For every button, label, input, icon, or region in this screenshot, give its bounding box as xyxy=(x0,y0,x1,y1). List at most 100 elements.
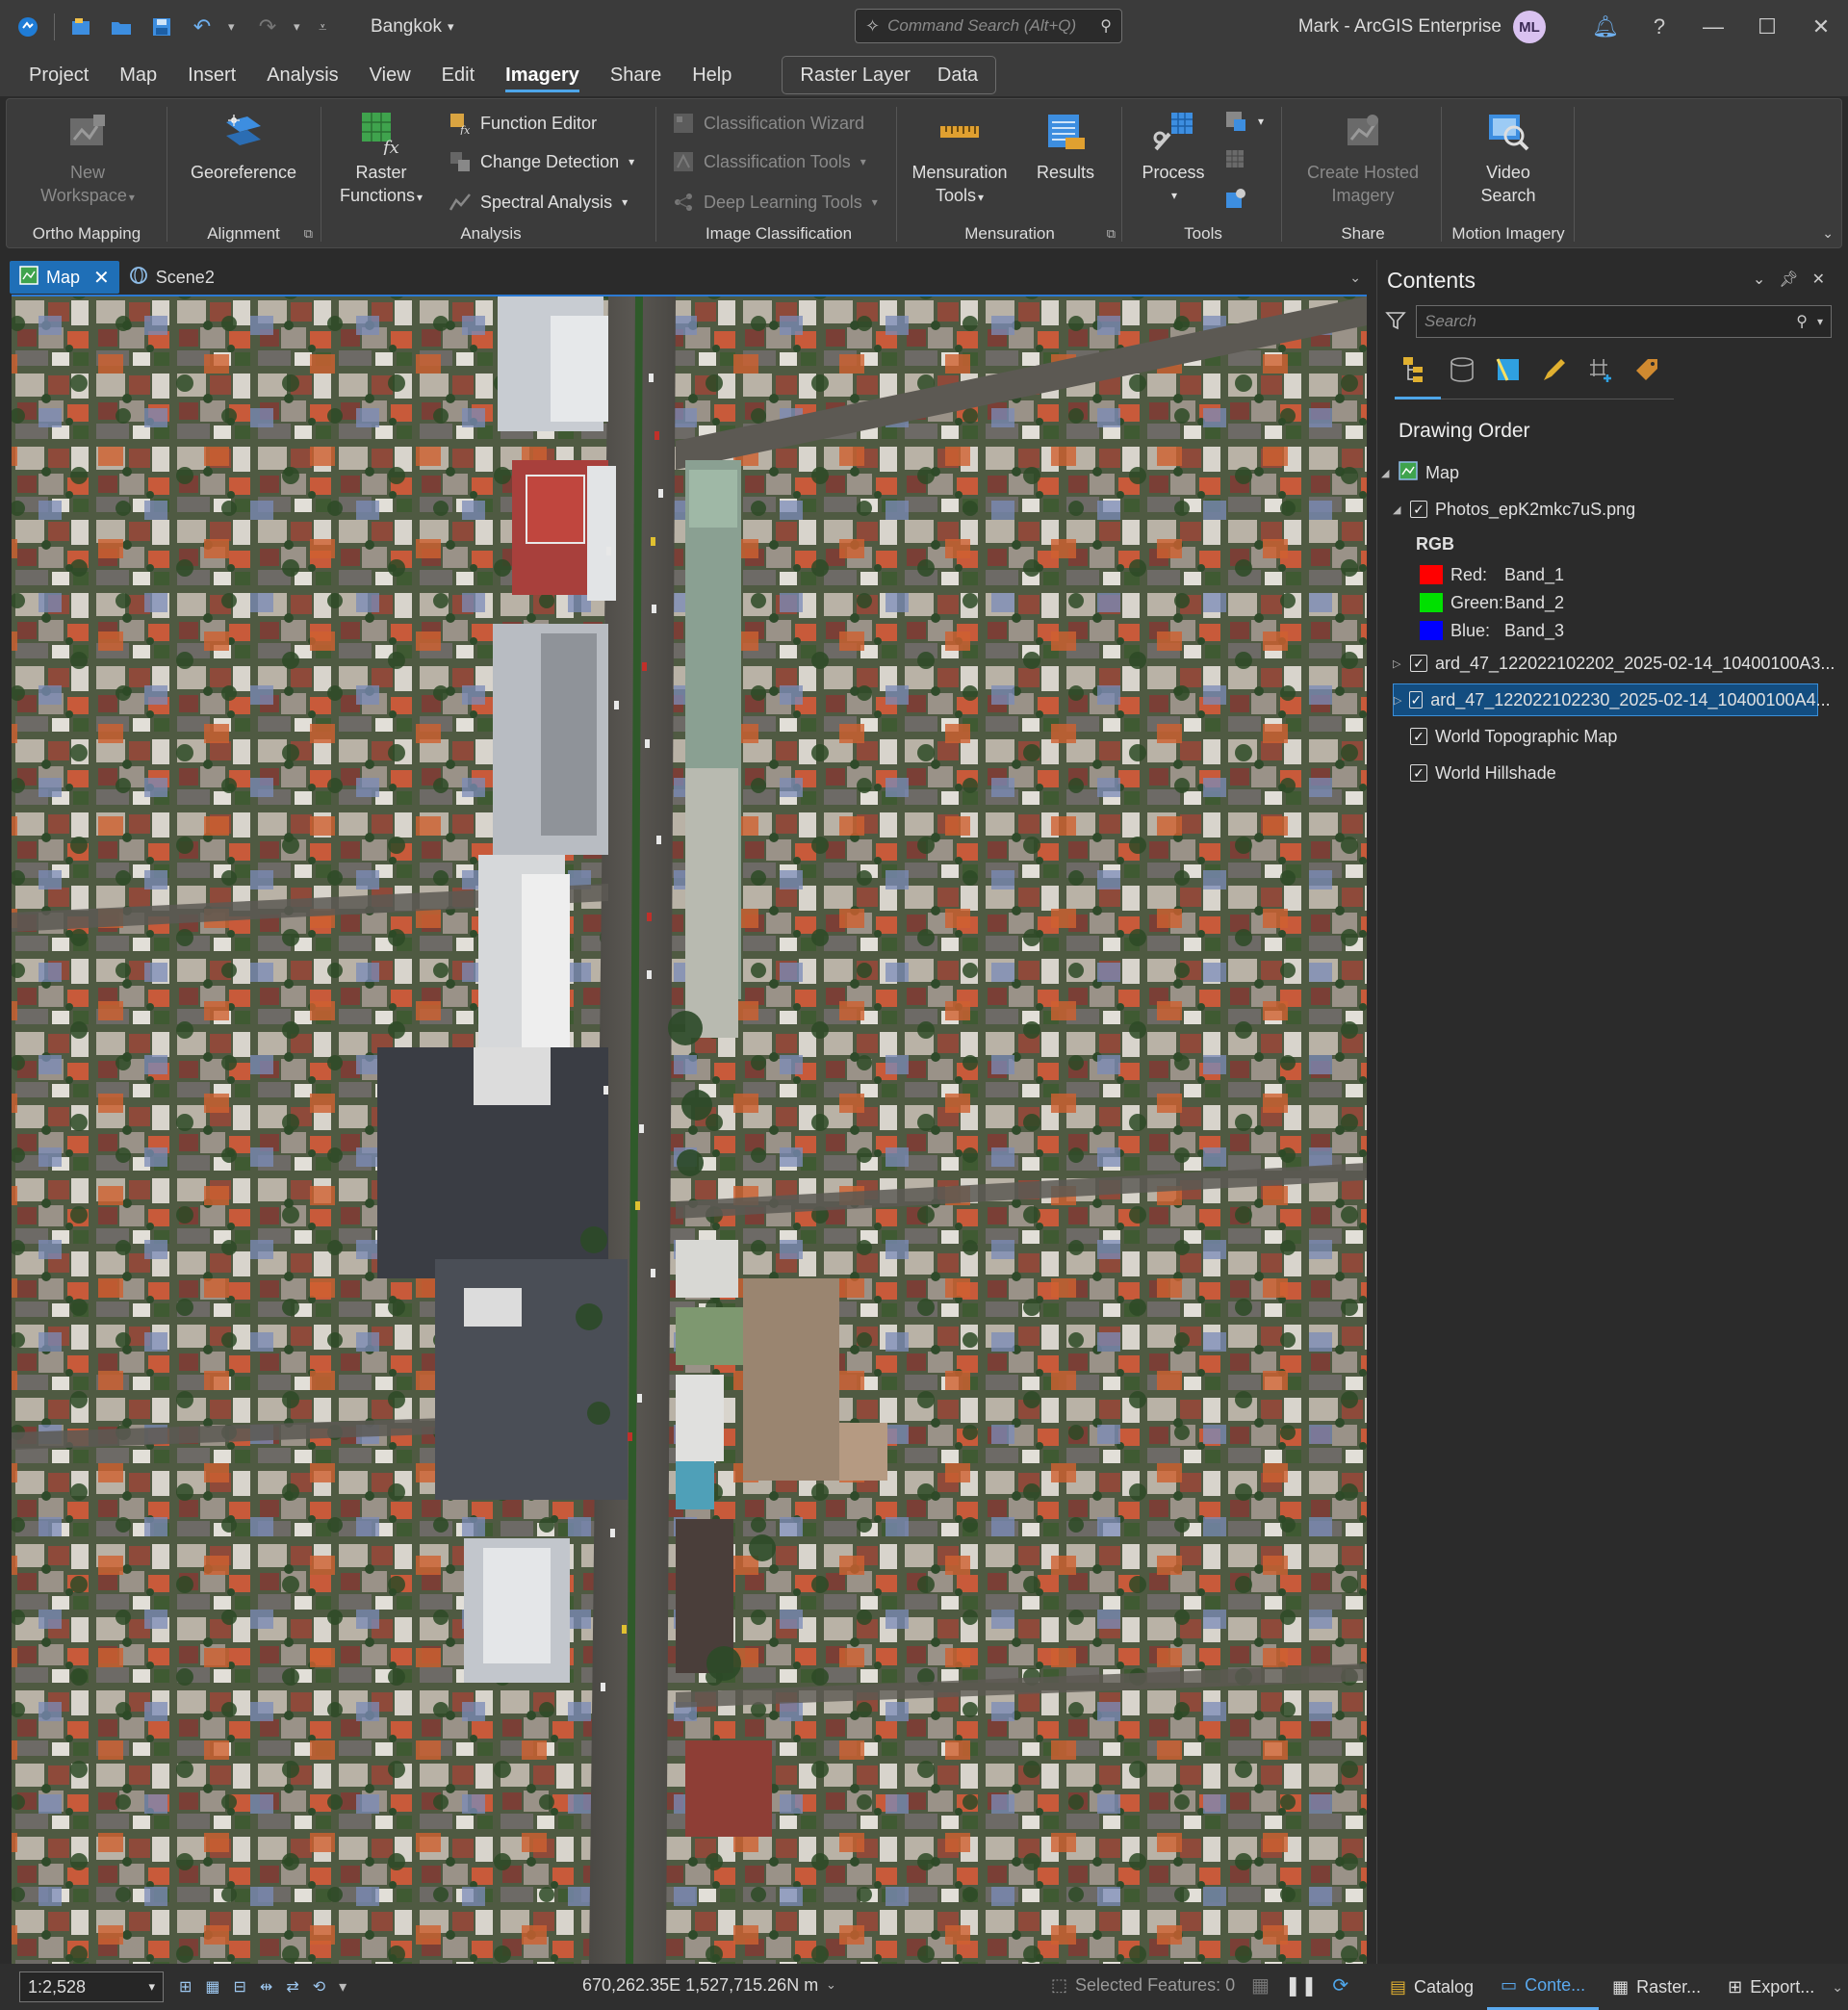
search-icon[interactable]: ⚲ xyxy=(1796,312,1808,331)
snapping-icon[interactable] xyxy=(1585,354,1616,385)
fixed-zoom-icon[interactable]: ⊟ xyxy=(234,1977,246,1997)
pane-options-chevron-icon[interactable]: ⌄ xyxy=(1753,270,1765,289)
collapsed-triangle-icon[interactable]: ▷ xyxy=(1394,694,1401,707)
georeference-button[interactable]: Georeference xyxy=(178,107,309,184)
dialog-launcher-icon[interactable]: ⧉ xyxy=(1107,226,1116,242)
coordinate-format-chevron-icon[interactable]: ⌄ xyxy=(826,1977,836,1993)
toc-layer-ard-a3[interactable]: ▷ ✓ ard_47_122022102202_2025-02-14_10400… xyxy=(1393,647,1835,680)
tab-analysis[interactable]: Analysis xyxy=(251,54,353,96)
signed-in-user[interactable]: Mark - ArcGIS Enterprise xyxy=(1298,16,1502,38)
redo-icon[interactable]: ↷ xyxy=(253,13,282,41)
visibility-checkbox[interactable]: ✓ xyxy=(1410,655,1427,672)
data-source-icon[interactable] xyxy=(1447,354,1477,385)
undo-dropdown-icon[interactable]: ▾ xyxy=(228,19,242,35)
create-hosted-imagery-button[interactable]: Create Hosted Imagery xyxy=(1291,107,1435,207)
process-button[interactable]: Process ▾ xyxy=(1127,107,1219,207)
change-detection-button[interactable]: Change Detection ▾ xyxy=(448,147,634,176)
save-project-icon[interactable] xyxy=(147,13,176,41)
tab-contents[interactable]: ▭ Conte... xyxy=(1487,1964,1600,2010)
command-search-box[interactable]: ✧ Command Search (Alt+Q) ⚲ xyxy=(855,9,1122,43)
green-swatch[interactable] xyxy=(1420,593,1443,612)
tab-export[interactable]: ⊞ Export... xyxy=(1714,1964,1828,2010)
tab-raster-layer[interactable]: Raster Layer xyxy=(786,54,924,96)
tab-catalog[interactable]: ▤ Catalog xyxy=(1376,1964,1487,2010)
open-project-icon[interactable] xyxy=(107,13,136,41)
tab-raster[interactable]: ▦ Raster... xyxy=(1599,1964,1714,2010)
expand-triangle-icon[interactable]: ◢ xyxy=(1381,467,1391,479)
maximize-button[interactable]: ☐ xyxy=(1740,0,1794,54)
customize-toolbar-icon[interactable]: ⩡ xyxy=(319,19,332,36)
new-workspace-button[interactable]: New Workspace ▾ xyxy=(20,107,155,209)
tab-map-view[interactable]: Map ✕ xyxy=(10,261,119,294)
toc-map-item[interactable]: ◢ Map xyxy=(1381,456,1459,489)
visibility-checkbox[interactable]: ✓ xyxy=(1410,728,1427,745)
filter-icon[interactable] xyxy=(1385,310,1406,337)
refresh-cache-icon[interactable]: ▦ xyxy=(1251,1973,1270,1997)
chevron-down-icon[interactable]: ▾ xyxy=(339,1977,346,1997)
raster-functions-button[interactable]: fx Raster Functions ▾ xyxy=(326,107,436,209)
toc-layer-photos[interactable]: ◢ ✓ Photos_epK2mkc7uS.png xyxy=(1393,493,1635,526)
video-search-button[interactable]: Video Search xyxy=(1450,107,1566,207)
red-swatch[interactable] xyxy=(1420,565,1443,584)
refresh-icon[interactable]: ⟳ xyxy=(1332,1973,1348,1997)
visibility-checkbox[interactable]: ✓ xyxy=(1410,501,1427,518)
chevron-down-icon[interactable]: ⌄ xyxy=(1349,270,1361,286)
toc-layer-world-hillshade[interactable]: ✓ World Hillshade xyxy=(1410,757,1556,789)
arcgis-pro-logo-icon[interactable] xyxy=(13,13,42,41)
new-project-icon[interactable] xyxy=(66,13,95,41)
close-icon[interactable]: ✕ xyxy=(93,266,110,290)
chevron-down-icon[interactable]: ⌄ xyxy=(1832,1979,1843,1996)
collapsed-triangle-icon[interactable]: ▷ xyxy=(1393,657,1402,670)
project-name-dropdown[interactable]: Bangkok ▾ xyxy=(371,16,453,38)
pan-icon[interactable]: ⇹ xyxy=(260,1977,272,1997)
toc-layer-ard-a4[interactable]: ▷ ✓ ard_47_122022102230_2025-02-14_10400… xyxy=(1393,683,1831,716)
close-button[interactable]: ✕ xyxy=(1794,0,1848,54)
pixel-editor-button[interactable] xyxy=(1223,184,1248,213)
add-grid-icon[interactable]: ⊞ xyxy=(179,1977,192,1997)
labeling-tag-icon[interactable] xyxy=(1631,354,1662,385)
navigation-icon[interactable]: ⇄ xyxy=(286,1977,298,1997)
drawing-order-icon[interactable] xyxy=(1400,354,1431,385)
dialog-launcher-icon[interactable]: ⧉ xyxy=(304,226,313,242)
tab-edit[interactable]: Edit xyxy=(426,54,490,96)
tab-project[interactable]: Project xyxy=(13,54,104,96)
deep-learning-tools-button[interactable]: Deep Learning Tools ▾ xyxy=(671,188,878,217)
results-button[interactable]: Results xyxy=(1017,107,1114,184)
tab-scene-view[interactable]: Scene2 xyxy=(119,261,224,294)
tab-data[interactable]: Data xyxy=(924,54,991,96)
expand-triangle-icon[interactable]: ◢ xyxy=(1393,503,1402,516)
contents-search-input[interactable]: Search ⚲ ▾ xyxy=(1416,305,1832,338)
pin-icon[interactable]: 📌︎ xyxy=(1779,270,1798,289)
classification-tools-button[interactable]: Classification Tools ▾ xyxy=(671,147,866,176)
tab-map[interactable]: Map xyxy=(104,54,172,96)
map-scale-dropdown[interactable]: 1:2,528 ▾ xyxy=(19,1971,164,2002)
raster-tool-button[interactable] xyxy=(1223,145,1248,174)
visibility-checkbox[interactable]: ✓ xyxy=(1409,691,1424,709)
blue-swatch[interactable] xyxy=(1420,621,1443,640)
tab-help[interactable]: Help xyxy=(677,54,747,96)
function-editor-button[interactable]: fx Function Editor xyxy=(448,109,597,138)
notifications-bell-icon[interactable]: 🔔︎ xyxy=(1578,0,1632,54)
collapse-ribbon-icon[interactable]: ⌄ xyxy=(1822,225,1834,242)
help-icon[interactable]: ? xyxy=(1632,0,1686,54)
chevron-down-icon[interactable]: ▾ xyxy=(1817,315,1823,328)
rotate-icon[interactable]: ⟲ xyxy=(313,1977,325,1997)
tab-view[interactable]: View xyxy=(354,54,426,96)
classification-wizard-button[interactable]: Classification Wizard xyxy=(671,109,864,138)
editing-pencil-icon[interactable] xyxy=(1539,354,1570,385)
avatar[interactable]: ML xyxy=(1513,11,1546,43)
map-canvas[interactable] xyxy=(12,295,1367,1964)
grid-icon[interactable]: ▦ xyxy=(205,1977,219,1997)
pause-drawing-icon[interactable]: ❚❚ xyxy=(1285,1973,1318,1997)
mensuration-tools-button[interactable]: Mensuration Tools ▾ xyxy=(900,107,1019,209)
tab-imagery[interactable]: Imagery xyxy=(490,54,595,96)
visibility-checkbox[interactable]: ✓ xyxy=(1410,764,1427,782)
toc-layer-world-topographic[interactable]: ✓ World Topographic Map xyxy=(1410,720,1617,753)
selected-features[interactable]: ⬚ Selected Features: 0 xyxy=(1051,1975,1235,1996)
batch-tool-button[interactable]: ▾ xyxy=(1223,107,1264,136)
selection-icon[interactable] xyxy=(1493,354,1524,385)
spectral-analysis-button[interactable]: Spectral Analysis ▾ xyxy=(448,188,628,217)
tab-insert[interactable]: Insert xyxy=(172,54,251,96)
close-icon[interactable]: ✕ xyxy=(1812,270,1825,289)
tab-share[interactable]: Share xyxy=(595,54,677,96)
